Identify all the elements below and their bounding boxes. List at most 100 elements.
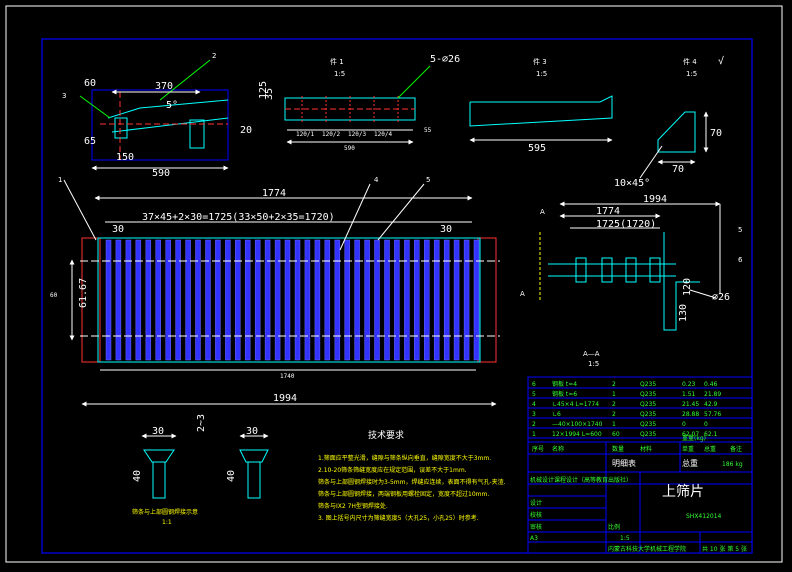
dim-30-right: 30 — [440, 224, 452, 235]
leader-holes — [397, 65, 431, 99]
drawing-sheet: 370 60 5° 20 65 150 590 3 2 件 1 1:5 5-⌀2… — [5, 5, 783, 563]
surface-mark-icon: √ — [718, 55, 724, 67]
part3-scale: 1:5 — [536, 70, 547, 78]
dim-side-d26: ⌀26 — [712, 292, 730, 303]
table-cell: —40×100×1740 — [552, 421, 603, 428]
dim-70w: 70 — [672, 164, 684, 175]
screen-bar — [463, 239, 470, 361]
table-cell: 4 — [532, 401, 536, 408]
dim-55: 55 — [424, 127, 432, 134]
dim-side-1774: 1774 — [596, 206, 620, 217]
screen-bar — [314, 239, 321, 361]
screen-bar — [344, 239, 350, 361]
dim-side-1725: 1725(1720) — [596, 219, 656, 230]
table-cell: 0 — [682, 421, 686, 428]
table-cell: Q235 — [640, 401, 656, 408]
chamfer-label: 10×45° — [614, 178, 650, 189]
holes-label: 5-⌀26 — [430, 54, 460, 65]
dim-6167: 61.67 — [78, 278, 89, 308]
dim-spacing-1: 120/1 — [296, 131, 314, 138]
screen-bar — [364, 239, 370, 361]
dim-inner: 1740 — [280, 373, 295, 380]
screen-bar — [334, 239, 341, 361]
note-line-4: 筛条与上部圆钢焊接，两端钢板用螺栓固定，宽度不超过10mm. — [318, 490, 489, 498]
side-mark-5: 5 — [738, 226, 742, 234]
dim-side-120: 120 — [682, 278, 693, 296]
dim-590: 590 — [152, 168, 170, 179]
school-name: 内蒙古科技大学机械工程学院 — [608, 545, 686, 553]
header-note: 备注 — [730, 445, 742, 453]
scale-label: 比例 — [608, 523, 620, 531]
screen-bar — [453, 239, 460, 361]
screen-bar — [125, 239, 132, 361]
view-outline — [91, 89, 229, 161]
leader-2 — [159, 59, 211, 101]
note-line-2: 2.10-20筛条筛缝宽度应在规定范围，误差不大于1mm. — [318, 466, 467, 474]
top-left-view: 370 60 5° 20 65 150 590 3 2 — [62, 52, 252, 179]
screen-bar — [155, 239, 161, 361]
detail1-dim-40: 40 — [132, 470, 143, 482]
drawing-no: SHX412014 — [686, 513, 722, 520]
header-unit-weight: 单重 — [682, 445, 694, 453]
table-cell: 12×1994 L=600 — [552, 431, 602, 438]
header-no: 序号 — [532, 445, 544, 453]
mark-3: 3 — [62, 92, 66, 100]
screen-bar — [105, 239, 112, 361]
side-angle-3 — [625, 257, 637, 283]
part3-view: 件 3 1:5 595 — [469, 57, 613, 154]
table-cell: Q235 — [640, 391, 656, 398]
part4-outline — [657, 111, 696, 153]
screen-bar — [254, 239, 261, 361]
table-cell: 1 — [612, 391, 616, 398]
note-line-6: 3. 图上括号内尺寸为筛缝宽度5（大孔25，小孔25）时参考. — [318, 514, 479, 522]
table-cell: 2 — [532, 421, 536, 428]
detail1-dim-30: 30 — [152, 426, 164, 437]
main-plan-view: 1774 37×45+2×30=1725(33×50+2×35=1720) 30… — [50, 176, 525, 407]
dim-1774: 1774 — [262, 188, 286, 199]
mark-5: 5 — [426, 176, 430, 184]
detail-caption-scale: 1:1 — [162, 519, 172, 526]
screen-bar — [404, 239, 410, 361]
screen-bar — [185, 239, 191, 361]
part1-scale: 1:5 — [334, 70, 345, 78]
dim-1994: 1994 — [273, 393, 297, 404]
side-angle-1 — [575, 257, 587, 283]
table-cell: 1 — [532, 431, 536, 438]
detail-caption: 筛条与上部圆钢焊接示意 — [132, 508, 198, 516]
notes-title: 技术要求 — [368, 429, 404, 441]
table-cell: 1.51 — [682, 391, 696, 398]
dim-total: 590 — [344, 145, 355, 152]
screen-bar — [443, 239, 450, 361]
dim-150: 150 — [116, 152, 134, 163]
scale-value: 1:5 — [620, 535, 630, 542]
table-cell: 0 — [704, 421, 708, 428]
parts-table: 6 钢板 t=4 2 Q235 0.23 0.46 5 钢板 t=6 1 Q235 1.51 21.8… — [527, 376, 753, 554]
header-material: 材料 — [640, 445, 652, 453]
screen-bar — [384, 239, 390, 361]
dim-35: 35 — [264, 88, 275, 100]
angle-member-lower — [111, 117, 229, 133]
table-cell: 1 — [612, 421, 616, 428]
dim-65: 65 — [84, 136, 96, 147]
leader-1 — [63, 179, 97, 241]
dim-70h: 70 — [710, 128, 722, 139]
ibeam-left — [114, 117, 128, 139]
table-cell: 60 — [612, 431, 620, 438]
detail2-dim-40: 40 — [226, 470, 237, 482]
dim-spacing-3: 120/3 — [348, 131, 366, 138]
screen-bar — [225, 239, 231, 361]
note-line-3: 筛条与上部圆钢焊接时为3-5mm，焊缝应连续，表面不得有气孔-夹渣. — [318, 478, 506, 486]
part3-title: 件 3 — [533, 57, 547, 66]
total-label: 总重 — [682, 458, 698, 468]
detail1-shape — [143, 449, 175, 463]
screen-bar — [304, 239, 311, 361]
screen-bar — [115, 239, 122, 361]
table-cell: ∟45×4 L=1774 — [552, 401, 599, 408]
dim-370: 370 — [155, 81, 173, 92]
grade: A3 — [530, 535, 538, 542]
course-text: 机械设计课程设计（高等教育出版社） — [530, 476, 632, 484]
table-cell: 5 — [532, 391, 536, 398]
screen-bar — [205, 239, 211, 361]
detail2-bar — [247, 461, 261, 499]
screen-bar — [394, 239, 400, 361]
